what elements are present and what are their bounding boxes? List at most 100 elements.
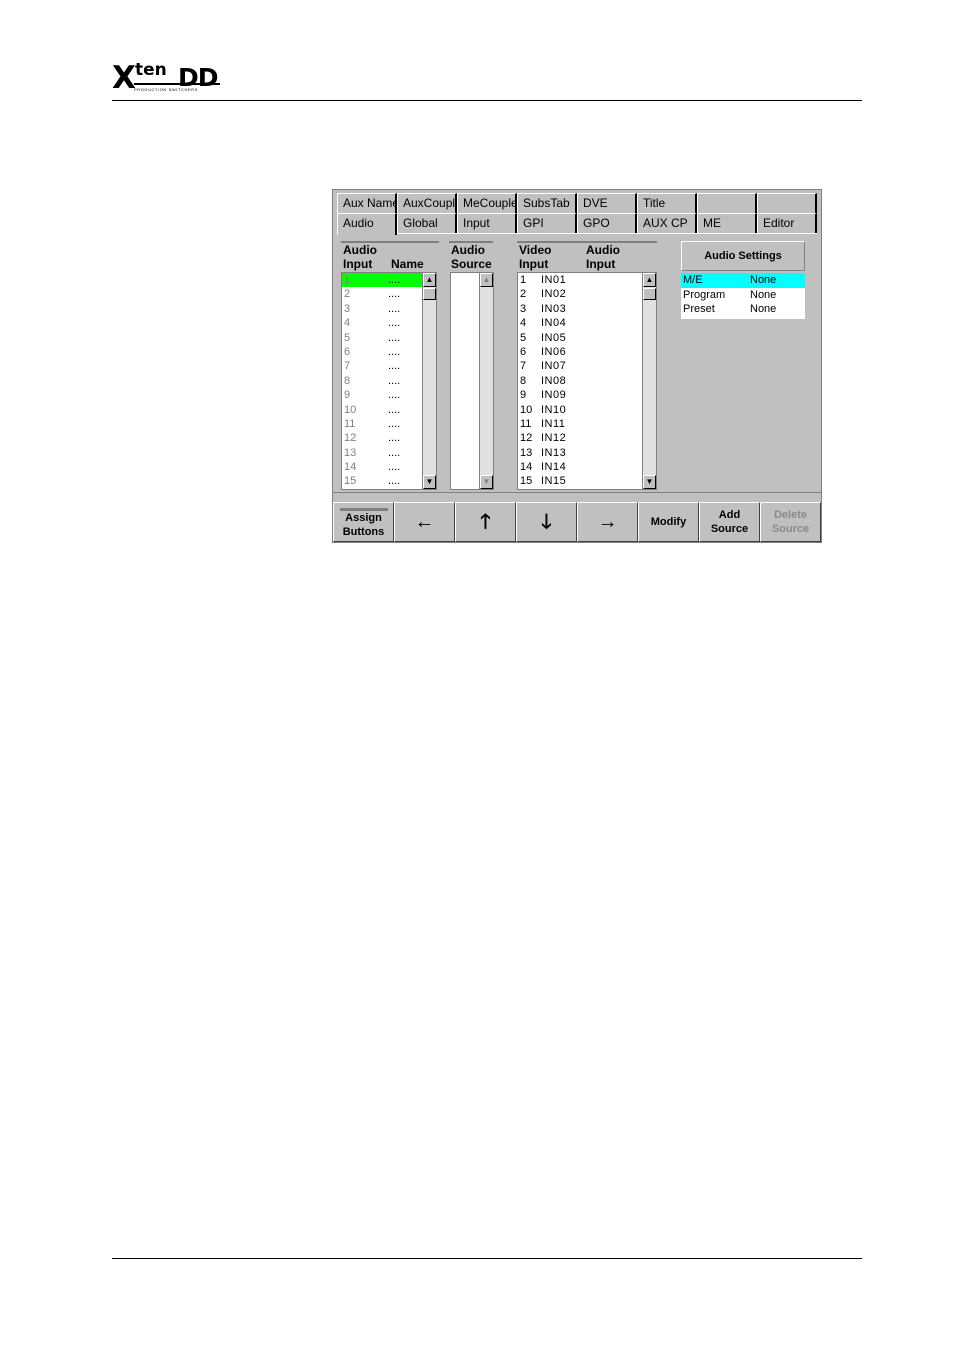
- logo-ten: ten: [135, 60, 167, 80]
- video-input-name: IN11: [541, 417, 566, 430]
- scroll-thumb[interactable]: [643, 288, 656, 300]
- audio-input-number: 6: [344, 345, 351, 358]
- scroll-up-icon[interactable]: ▲: [480, 273, 493, 287]
- audio-input-number: 9: [344, 389, 351, 402]
- tab-dve[interactable]: DVE: [577, 193, 637, 213]
- video-input-row[interactable]: 15 IN15: [518, 474, 656, 488]
- logo-tagline: PRODUCTION SWITCHERS: [134, 87, 198, 92]
- tab-me-couple[interactable]: MeCouple: [457, 193, 517, 213]
- video-input-row[interactable]: 3 IN03: [518, 302, 656, 316]
- video-input-row[interactable]: 11 IN11: [518, 417, 656, 431]
- move-right-button[interactable]: →: [577, 502, 638, 542]
- tab-aux-couple[interactable]: AuxCouple: [397, 193, 457, 213]
- arrow-right-icon: →: [597, 511, 618, 533]
- video-input-number: 10: [520, 403, 533, 416]
- button-bar: Assign Buttons ← 🡑 🡓 → Modify Add Source…: [333, 502, 821, 542]
- panel-splitter: [333, 492, 821, 498]
- tab-editor[interactable]: Editor: [757, 213, 817, 233]
- audio-input-number: 13: [344, 446, 357, 459]
- assign-buttons-button[interactable]: Assign Buttons: [333, 502, 394, 542]
- video-input-number: 4: [520, 317, 527, 330]
- move-down-button[interactable]: 🡓: [516, 502, 577, 542]
- audio-input-header: Audio Input: [343, 243, 377, 271]
- video-input-name: IN09: [541, 389, 567, 402]
- video-input-row[interactable]: 12 IN12: [518, 431, 656, 445]
- audio-input-number: 11: [344, 417, 356, 430]
- arrow-down-icon: 🡓: [541, 511, 552, 533]
- scroll-down-icon[interactable]: ▼: [423, 475, 436, 489]
- tab-empty-1[interactable]: [697, 193, 757, 213]
- audio-input-header-border: [341, 241, 439, 243]
- arrow-up-icon: 🡑: [480, 511, 491, 533]
- move-left-button[interactable]: ←: [394, 502, 455, 542]
- scroll-down-icon[interactable]: ▼: [643, 475, 656, 489]
- logo-underline: [134, 83, 220, 85]
- scroll-thumb[interactable]: [423, 288, 436, 300]
- xten-dd-logo: X ten DD PRODUCTION SWITCHERS: [112, 60, 224, 96]
- tab-subs-tab[interactable]: SubsTab: [517, 193, 577, 213]
- video-input-row[interactable]: 5 IN05: [518, 331, 656, 345]
- audio-source-list[interactable]: ▲ ▼: [450, 272, 494, 490]
- settings-row-preset[interactable]: Preset None: [681, 302, 805, 317]
- settings-value: None: [750, 303, 777, 315]
- delete-source-button[interactable]: Delete Source: [760, 502, 821, 542]
- video-input-row[interactable]: 8 IN08: [518, 374, 656, 388]
- settings-label: Program: [683, 288, 726, 301]
- tab-me[interactable]: ME: [697, 213, 757, 233]
- tab-aux-cp[interactable]: AUX CP: [637, 213, 697, 233]
- audio-config-window: Aux Name AuxCouple MeCouple SubsTab DVE …: [332, 189, 822, 543]
- audio-input-scrollbar[interactable]: ▲ ▼: [422, 273, 436, 489]
- move-up-button[interactable]: 🡑: [455, 502, 516, 542]
- tab-global[interactable]: Global: [397, 213, 457, 233]
- video-input-row[interactable]: 2 IN02: [518, 287, 656, 301]
- video-input-row[interactable]: 1 IN01: [518, 273, 656, 287]
- video-input-row[interactable]: 9 IN09: [518, 388, 656, 402]
- audio-input-number: 14: [344, 461, 357, 474]
- tab-empty-2[interactable]: [757, 193, 817, 213]
- video-input-row[interactable]: 7 IN07: [518, 359, 656, 373]
- video-input-row[interactable]: 4 IN04: [518, 316, 656, 330]
- modify-button[interactable]: Modify: [638, 502, 699, 542]
- audio-input-list[interactable]: 1.... 2.... 3.... 4.... 5.... 6.... 7.... 8....…: [341, 272, 437, 490]
- video-input-header-border: [517, 241, 657, 243]
- video-input-scrollbar[interactable]: ▲ ▼: [642, 273, 656, 489]
- settings-row-program[interactable]: Program None: [681, 288, 805, 303]
- logo-x: X: [112, 60, 136, 96]
- audio-settings-list[interactable]: M/E None Program None Preset None: [681, 273, 805, 319]
- video-input-row[interactable]: 13 IN13: [518, 446, 656, 460]
- video-input-number: 1: [520, 274, 527, 286]
- video-input-name: IN01: [541, 274, 567, 286]
- audio-settings-title: Audio Settings: [681, 241, 805, 271]
- tab-audio[interactable]: Audio: [337, 213, 397, 235]
- tab-input[interactable]: Input: [457, 213, 517, 233]
- video-input-row[interactable]: 10 IN10: [518, 403, 656, 417]
- modify-label: Modify: [650, 516, 687, 528]
- video-input-name: IN02: [541, 288, 567, 301]
- video-input-name: IN08: [541, 374, 567, 387]
- scroll-down-icon[interactable]: ▼: [480, 475, 493, 489]
- audio-input-number: 10: [344, 403, 357, 416]
- settings-row-me[interactable]: M/E None: [681, 273, 805, 288]
- audio-input-col-header: Audio Input: [586, 243, 620, 271]
- settings-label: Preset: [683, 303, 715, 315]
- video-input-row[interactable]: 14 IN14: [518, 460, 656, 474]
- video-input-number: 3: [520, 302, 527, 315]
- audio-source-header: Audio Source: [451, 243, 492, 271]
- scroll-up-icon[interactable]: ▲: [643, 273, 656, 287]
- tab-title[interactable]: Title: [637, 193, 697, 213]
- add-source-button[interactable]: Add Source: [699, 502, 760, 542]
- scroll-up-icon[interactable]: ▲: [423, 273, 436, 287]
- tab-aux-name[interactable]: Aux Name: [337, 193, 397, 213]
- video-input-name: IN04: [541, 317, 567, 330]
- video-input-row[interactable]: 6 IN06: [518, 345, 656, 359]
- video-input-name: IN15: [541, 475, 567, 488]
- audio-source-header-border: [449, 241, 493, 243]
- arrow-left-icon: ←: [414, 511, 435, 533]
- tab-row-1: Aux Name AuxCouple MeCouple SubsTab DVE …: [337, 193, 817, 213]
- audio-input-number: 2: [344, 288, 351, 301]
- audio-source-scrollbar[interactable]: ▲ ▼: [479, 273, 493, 489]
- video-input-list[interactable]: 1 IN01 2 IN02 3 IN03 4 IN04 5 IN05 6 IN06 7 IN07 8 IN08…: [517, 272, 657, 490]
- assign-buttons-label: Assign Buttons: [342, 512, 385, 538]
- tab-gpo[interactable]: GPO: [577, 213, 637, 233]
- tab-gpi[interactable]: GPI: [517, 213, 577, 233]
